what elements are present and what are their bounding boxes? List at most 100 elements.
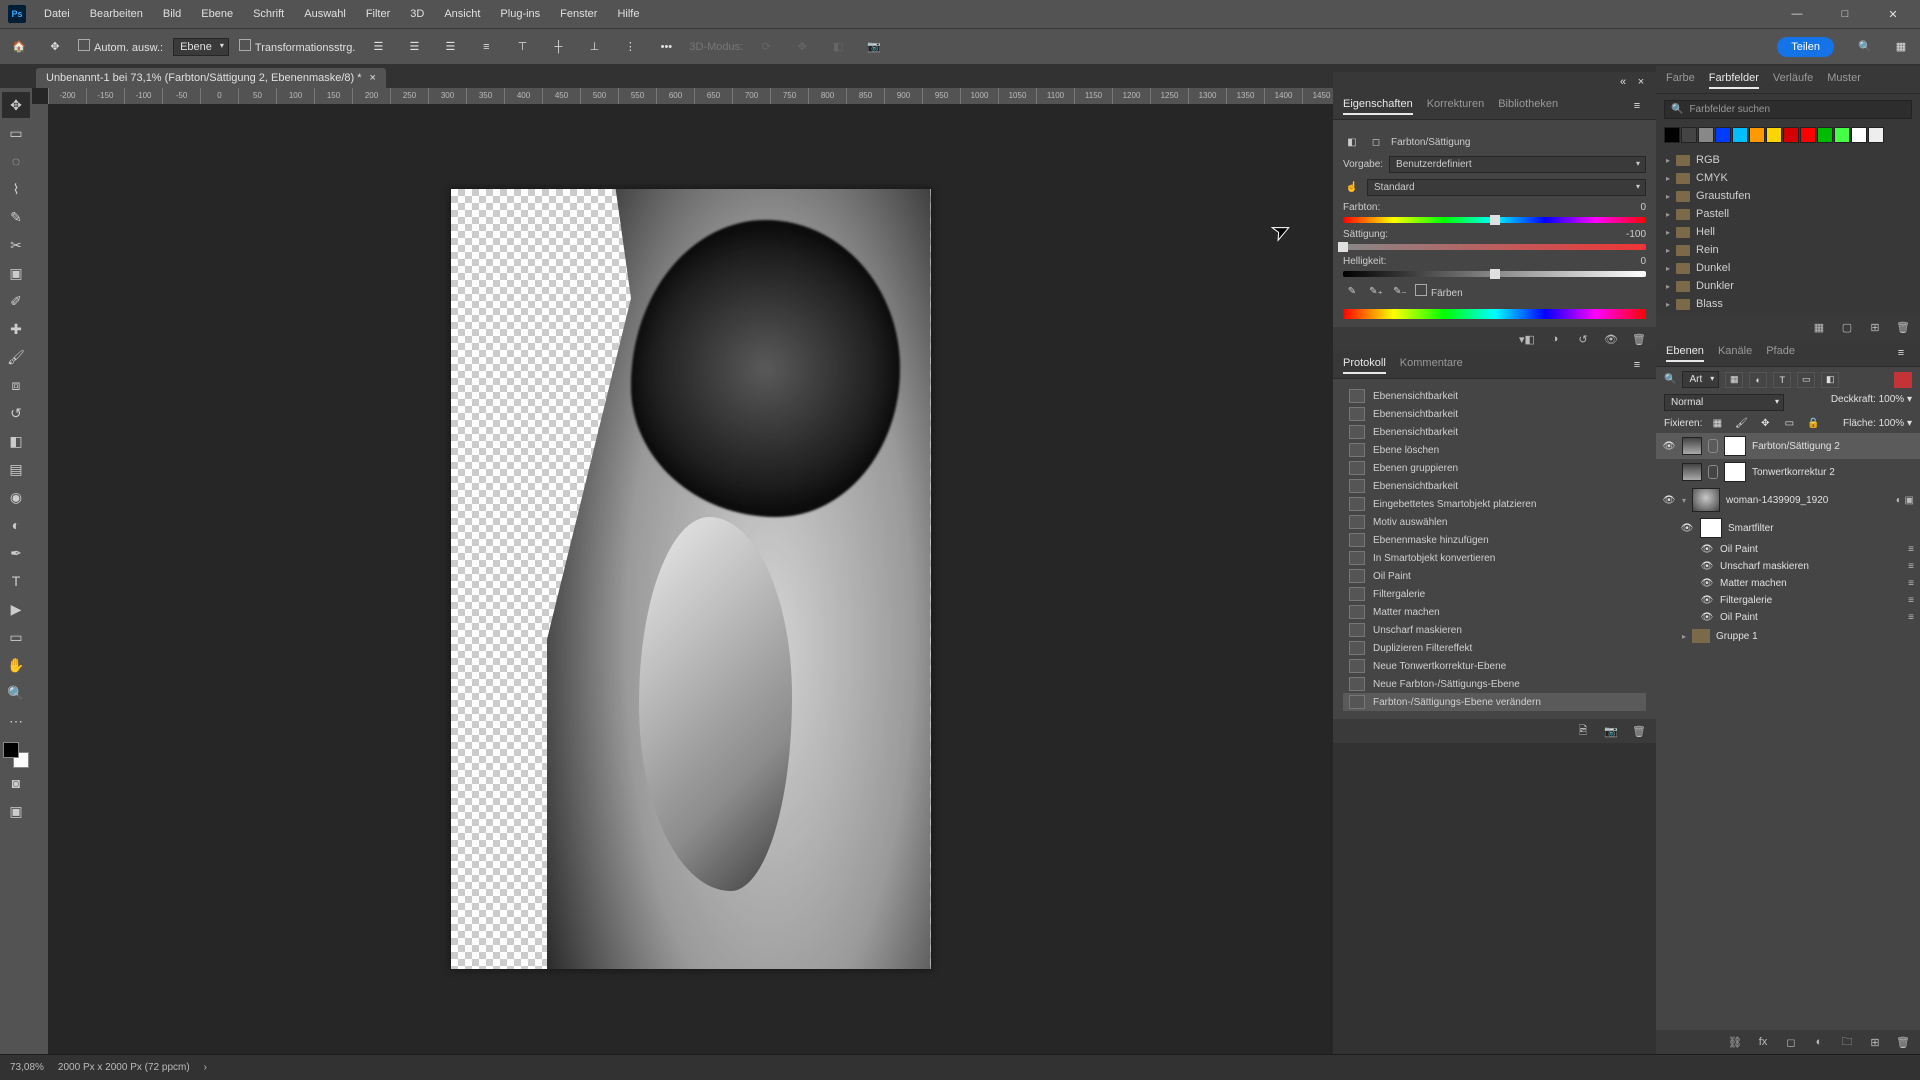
swatch-folder[interactable]: ▸Graustufen: [1656, 187, 1920, 205]
layer-row[interactable]: 👁 Farbton/Sättigung 2: [1656, 433, 1920, 459]
history-item[interactable]: Filtergalerie: [1343, 585, 1646, 603]
hue-value[interactable]: 0: [1640, 202, 1646, 213]
swatch[interactable]: [1783, 127, 1799, 143]
brush-tool[interactable]: 🖌: [2, 344, 30, 370]
dodge-tool[interactable]: ◐: [2, 512, 30, 538]
history-item[interactable]: Ebenensichtbarkeit: [1343, 423, 1646, 441]
auto-select-checkbox[interactable]: Autom. ausw.:: [78, 39, 163, 54]
smartfilter-item[interactable]: 👁Oil Paint≡: [1656, 541, 1920, 558]
lightness-thumb[interactable]: [1490, 269, 1500, 279]
layers-panel-menu-icon[interactable]: ≡: [1892, 345, 1910, 361]
history-item[interactable]: Duplizieren Filtereffekt: [1343, 639, 1646, 657]
layer-name[interactable]: woman-1439909_1920: [1726, 495, 1828, 506]
fg-bg-color[interactable]: [3, 742, 29, 768]
document-viewport[interactable]: [48, 104, 1333, 1054]
new-adjustment-icon[interactable]: ◐: [1810, 1034, 1828, 1050]
tab-korrekturen[interactable]: Korrekturen: [1427, 98, 1484, 115]
align-left-icon[interactable]: ☰: [365, 34, 391, 60]
layer-row[interactable]: ▸ Gruppe 1: [1656, 626, 1920, 646]
swatch-folder[interactable]: ▸Hell: [1656, 223, 1920, 241]
menu-ansicht[interactable]: Ansicht: [436, 4, 488, 24]
close-tab-icon[interactable]: ×: [370, 72, 376, 84]
history-item[interactable]: In Smartobjekt konvertieren: [1343, 549, 1646, 567]
hue-slider[interactable]: Farbton:0: [1343, 202, 1646, 223]
layer-name[interactable]: Gruppe 1: [1716, 631, 1758, 642]
delete-adjustment-icon[interactable]: 🗑: [1630, 331, 1648, 347]
eyedropper-tool[interactable]: ✐: [2, 288, 30, 314]
document-tab[interactable]: Unbenannt-1 bei 73,1% (Farbton/Sättigung…: [36, 68, 386, 88]
create-document-from-state-icon[interactable]: 🖻: [1574, 723, 1592, 739]
tab-kommentare[interactable]: Kommentare: [1400, 357, 1463, 374]
shape-tool[interactable]: ▭: [2, 624, 30, 650]
tab-verlaufe[interactable]: Verläufe: [1773, 72, 1813, 89]
saturation-value[interactable]: -100: [1626, 229, 1646, 240]
delete-state-icon[interactable]: 🗑: [1630, 723, 1648, 739]
swatch-grid-icon[interactable]: ▦: [1810, 319, 1828, 335]
history-item[interactable]: Unscharf maskieren: [1343, 621, 1646, 639]
eye-icon[interactable]: 👁: [1700, 561, 1714, 572]
smartfilter-item[interactable]: 👁Filtergalerie≡: [1656, 592, 1920, 609]
more-align-icon[interactable]: ⋮: [617, 34, 643, 60]
menu-datei[interactable]: Datei: [36, 4, 78, 24]
history-item[interactable]: Ebene löschen: [1343, 441, 1646, 459]
filter-smart-icon[interactable]: ◧: [1821, 372, 1839, 388]
quick-mask-icon[interactable]: ◙: [2, 770, 30, 796]
history-brush-tool[interactable]: ↺: [2, 400, 30, 426]
swatch-search[interactable]: 🔍 Farbfelder suchen: [1664, 100, 1912, 119]
more-icon[interactable]: •••: [653, 34, 679, 60]
smartfilter-header[interactable]: 👁 Smartfilter: [1656, 515, 1920, 541]
history-item[interactable]: Matter machen: [1343, 603, 1646, 621]
move-tool[interactable]: ✥: [2, 92, 30, 118]
history-item[interactable]: Farbton-/Sättigungs-Ebene verändern: [1343, 693, 1646, 711]
saturation-thumb[interactable]: [1338, 242, 1348, 252]
align-top-icon[interactable]: ⊤: [509, 34, 535, 60]
fill-value[interactable]: 100%: [1879, 418, 1905, 429]
filter-toggle-switch[interactable]: [1894, 372, 1912, 388]
collapse-panel-icon[interactable]: «: [1614, 74, 1632, 90]
align-center-icon[interactable]: ☰: [401, 34, 427, 60]
swatch[interactable]: [1851, 127, 1867, 143]
pen-tool[interactable]: ✒: [2, 540, 30, 566]
swatch[interactable]: [1749, 127, 1765, 143]
swatch[interactable]: [1732, 127, 1748, 143]
filter-blend-icon[interactable]: ≡: [1908, 578, 1914, 589]
path-select-tool[interactable]: ▶: [2, 596, 30, 622]
layer-row[interactable]: Tonwertkorrektur 2: [1656, 459, 1920, 485]
minimize-button[interactable]: —: [1778, 8, 1816, 21]
auto-select-target-dropdown[interactable]: Ebene: [173, 38, 229, 56]
filter-mask-thumb[interactable]: [1700, 518, 1722, 538]
search-icon[interactable]: 🔍: [1852, 34, 1878, 60]
color-range-dropdown[interactable]: Standard: [1367, 179, 1646, 196]
history-item[interactable]: Neue Tonwertkorrektur-Ebene: [1343, 657, 1646, 675]
swatch[interactable]: [1681, 127, 1697, 143]
home-icon[interactable]: 🏠: [6, 34, 32, 60]
menu-fenster[interactable]: Fenster: [552, 4, 605, 24]
subtract-eyedropper-icon[interactable]: ✎₋: [1391, 283, 1409, 299]
share-button[interactable]: Teilen: [1777, 37, 1834, 57]
screen-mode-icon[interactable]: ▣: [2, 798, 30, 824]
swatch[interactable]: [1800, 127, 1816, 143]
close-panel-icon[interactable]: ×: [1632, 74, 1650, 90]
swatch-folder[interactable]: ▸Dunkler: [1656, 277, 1920, 295]
filter-blend-icon[interactable]: ≡: [1908, 595, 1914, 606]
artboard-tool[interactable]: ▭: [2, 120, 30, 146]
filter-adjust-icon[interactable]: ◐: [1749, 372, 1767, 388]
blur-tool[interactable]: ◉: [2, 484, 30, 510]
healing-tool[interactable]: ✚: [2, 316, 30, 342]
swatch-folder[interactable]: ▸Blass: [1656, 295, 1920, 313]
menu-hilfe[interactable]: Hilfe: [609, 4, 647, 24]
maximize-button[interactable]: □: [1826, 8, 1864, 21]
swatch-folder[interactable]: ▸CMYK: [1656, 169, 1920, 187]
transform-controls-checkbox[interactable]: Transformationsstrg.: [239, 39, 355, 54]
saturation-slider[interactable]: Sättigung:-100: [1343, 229, 1646, 250]
history-panel-menu-icon[interactable]: ≡: [1628, 357, 1646, 373]
history-item[interactable]: Neue Farbton-/Sättigungs-Ebene: [1343, 675, 1646, 693]
new-swatch-icon[interactable]: ⊞: [1866, 319, 1884, 335]
link-icon[interactable]: [1708, 439, 1718, 453]
stamp-tool[interactable]: ⧈: [2, 372, 30, 398]
add-eyedropper-icon[interactable]: ✎₊: [1367, 283, 1385, 299]
swatch-folder[interactable]: ▸Rein: [1656, 241, 1920, 259]
menu-ebene[interactable]: Ebene: [193, 4, 241, 24]
tab-muster[interactable]: Muster: [1827, 72, 1861, 89]
swatch[interactable]: [1817, 127, 1833, 143]
